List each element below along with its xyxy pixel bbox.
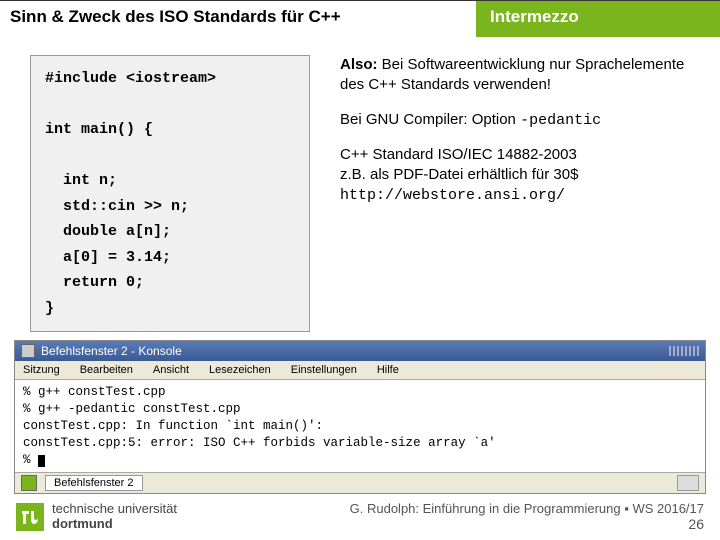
menu-item[interactable]: Lesezeichen [209,364,271,376]
menu-item[interactable]: Ansicht [153,364,189,376]
pedantic-option: -pedantic [520,112,601,129]
code-example: #include <iostream> int main() { int n; … [30,55,310,332]
slide-title: Sinn & Zweck des ISO Standards für C++ [0,1,476,37]
slide-footer: technische universitätdortmund G. Rudolp… [0,495,720,540]
terminal-tab[interactable]: Befehlsfenster 2 [45,475,143,491]
titlebar-grip [669,346,699,356]
tu-logo-icon [16,503,44,531]
terminal-title: Befehlsfenster 2 - Konsole [41,344,182,358]
menu-item[interactable]: Hilfe [377,364,399,376]
page-number: 26 [350,516,704,532]
also-label: Also: [340,56,378,73]
credit-line: G. Rudolph: Einführung in die Programmie… [350,501,704,516]
terminal-menubar[interactable]: Sitzung Bearbeiten Ansicht Lesezeichen E… [15,361,705,380]
window-icon [21,344,35,358]
tab-handle-icon [677,475,699,491]
terminal-window: Befehlsfenster 2 - Konsole Sitzung Bearb… [14,340,706,494]
new-tab-icon[interactable] [21,475,37,491]
ansi-url: http://webstore.ansi.org/ [340,187,565,204]
cursor-icon [38,455,45,467]
menu-item[interactable]: Sitzung [23,364,60,376]
explanation-text: Also: Bei Softwareentwicklung nur Sprach… [340,55,690,332]
terminal-tabbar: Befehlsfenster 2 [15,472,705,493]
menu-item[interactable]: Einstellungen [291,364,357,376]
terminal-titlebar: Befehlsfenster 2 - Konsole [15,341,705,361]
menu-item[interactable]: Bearbeiten [80,364,133,376]
slide-badge: Intermezzo [476,1,720,37]
terminal-output: % g++ constTest.cpp % g++ -pedantic cons… [15,380,705,472]
